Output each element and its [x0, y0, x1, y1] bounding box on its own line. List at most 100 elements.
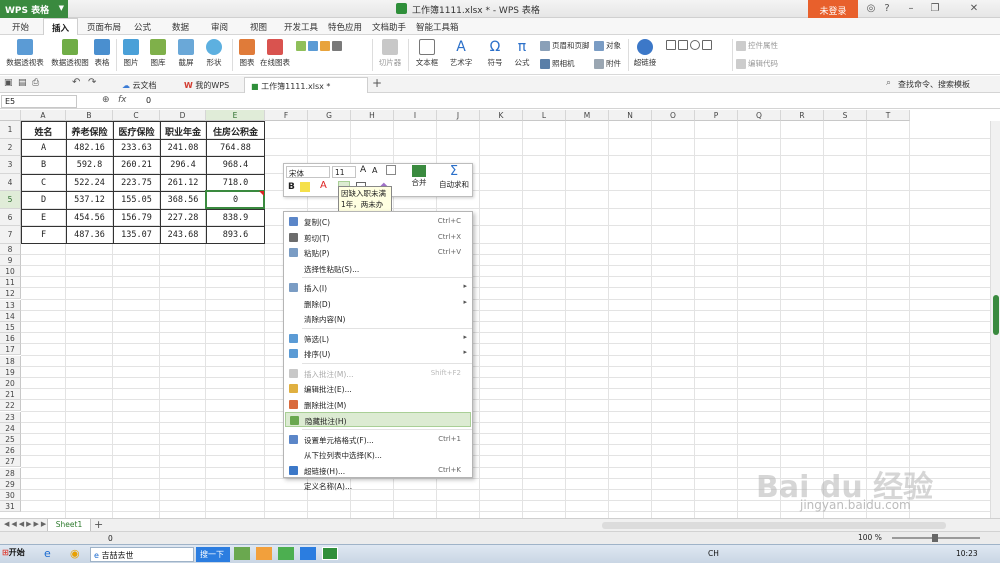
- table-cell[interactable]: 718.0: [206, 178, 265, 188]
- wps-app-menu-button[interactable]: WPS 表格 ▼: [0, 0, 68, 18]
- ime-indicator[interactable]: CH: [708, 549, 719, 564]
- table-header-cell[interactable]: 职业年金: [160, 125, 206, 138]
- menu-item-clear-contents[interactable]: 清除内容(N): [285, 311, 471, 326]
- menu-item-define-name[interactable]: 定义名称(A)...: [285, 478, 471, 493]
- zoom-level[interactable]: 100 %: [858, 533, 882, 542]
- menu-item-copy[interactable]: 复制(C) Ctrl+C: [285, 214, 471, 229]
- menu-item-cut[interactable]: 剪切(T) Ctrl+X: [285, 230, 471, 245]
- zoom-slider-handle[interactable]: [932, 534, 938, 542]
- fx-icon[interactable]: fx: [118, 95, 127, 105]
- table-cell[interactable]: 241.08: [160, 143, 206, 153]
- minimize-icon[interactable]: –: [904, 2, 918, 16]
- table-cell[interactable]: 227.28: [160, 213, 206, 223]
- column-header[interactable]: K: [480, 110, 523, 121]
- object-button[interactable]: 对象: [594, 40, 628, 51]
- table-cell[interactable]: 0: [206, 195, 265, 205]
- shrink-font-icon[interactable]: A: [372, 166, 377, 175]
- chrome-icon[interactable]: ◉: [70, 547, 80, 562]
- row-header[interactable]: 10: [0, 265, 21, 278]
- row-header[interactable]: 3: [0, 156, 21, 174]
- column-header[interactable]: Q: [738, 110, 781, 121]
- slicer-button[interactable]: 切片器: [376, 39, 404, 68]
- app-icon-1[interactable]: [234, 547, 250, 560]
- column-header[interactable]: T: [867, 110, 910, 121]
- row-header[interactable]: 18: [0, 355, 21, 367]
- table-cell[interactable]: 764.88: [206, 143, 265, 153]
- wps-spreadsheet-icon[interactable]: [322, 547, 338, 560]
- scrollbar-thumb[interactable]: [993, 295, 999, 335]
- column-header[interactable]: G: [308, 110, 351, 121]
- menu-item-paste[interactable]: 粘贴(P) Ctrl+V: [285, 245, 471, 260]
- table-cell[interactable]: 368.56: [160, 195, 206, 205]
- row-header[interactable]: 8: [0, 243, 21, 255]
- table-cell[interactable]: D: [21, 195, 66, 205]
- table-cell[interactable]: 592.8: [66, 160, 113, 170]
- edit-code-button[interactable]: 编辑代码: [736, 58, 796, 69]
- table-cell[interactable]: E: [21, 213, 66, 223]
- menu-item-hyperlink[interactable]: 超链接(H)... Ctrl+K: [285, 463, 471, 478]
- column-header[interactable]: S: [824, 110, 867, 121]
- table-header-cell[interactable]: 医疗保险: [113, 125, 160, 138]
- command-search-input[interactable]: 查找命令、搜索模板: [898, 79, 970, 90]
- table-button[interactable]: 表格: [92, 39, 112, 68]
- start-button[interactable]: ⊞开始: [2, 547, 36, 562]
- pivot-chart-button[interactable]: 数据透视图: [50, 39, 90, 68]
- add-sheet-icon[interactable]: +: [94, 518, 103, 531]
- row-header[interactable]: 25: [0, 433, 21, 446]
- row-header[interactable]: 13: [0, 299, 21, 311]
- column-header[interactable]: B: [66, 110, 113, 121]
- row-header[interactable]: 15: [0, 321, 21, 334]
- table-cell[interactable]: 296.4: [160, 160, 206, 170]
- search-button[interactable]: 搜一下: [196, 547, 230, 562]
- table-cell[interactable]: 522.24: [66, 178, 113, 188]
- tab-doc-assistant[interactable]: 文档助手: [372, 21, 406, 33]
- tab-insert[interactable]: 插入: [43, 18, 79, 35]
- row-header[interactable]: 1: [0, 121, 21, 139]
- attachment-button[interactable]: 附件: [594, 58, 628, 69]
- column-header[interactable]: F: [265, 110, 308, 121]
- print-icon[interactable]: ⎙: [32, 78, 39, 88]
- format-painter-icon[interactable]: [386, 165, 396, 175]
- column-header[interactable]: C: [113, 110, 160, 121]
- row-header[interactable]: 19: [0, 366, 21, 378]
- table-cell[interactable]: 155.05: [113, 195, 160, 205]
- autosum-button[interactable]: Σ 自动求和: [436, 165, 472, 190]
- undo-icon[interactable]: ↶: [72, 77, 80, 88]
- menu-item-hide-comment[interactable]: 隐藏批注(H): [285, 412, 471, 427]
- screenshot-button[interactable]: 截屏: [174, 39, 198, 68]
- table-cell[interactable]: B: [21, 160, 66, 170]
- header-footer-button[interactable]: 页眉和页脚: [540, 40, 600, 51]
- table-cell[interactable]: 968.4: [206, 160, 265, 170]
- formula-input[interactable]: 0: [146, 96, 151, 105]
- row-header[interactable]: 20: [0, 377, 21, 390]
- row-header[interactable]: 16: [0, 333, 21, 345]
- column-header[interactable]: N: [609, 110, 652, 121]
- column-header[interactable]: A: [21, 110, 66, 121]
- form-controls-group[interactable]: [666, 40, 730, 50]
- tab-page-layout[interactable]: 页面布局: [87, 21, 121, 33]
- tab-cloud-docs[interactable]: ☁ 云文档: [116, 77, 163, 93]
- table-cell[interactable]: 233.63: [113, 143, 160, 153]
- bold-button[interactable]: B: [288, 182, 295, 192]
- spreadsheet-grid[interactable]: A B C D E F G H I J K L M N O P Q R S T 1 2 3 4 5 6 7 8 9 10 11 12 13 14 1…: [0, 110, 1000, 518]
- symbol-button[interactable]: Ω 符号: [482, 39, 508, 68]
- wps-writer-icon[interactable]: [300, 547, 316, 560]
- row-header[interactable]: 22: [0, 400, 21, 412]
- row-header[interactable]: 7: [0, 226, 21, 244]
- table-cell[interactable]: 487.36: [66, 230, 113, 240]
- table-cell[interactable]: 838.9: [206, 213, 265, 223]
- menu-item-sort[interactable]: 排序(U) ▸: [285, 346, 471, 361]
- font-size-select[interactable]: 11: [332, 166, 356, 178]
- row-header[interactable]: 29: [0, 478, 21, 490]
- row-header[interactable]: 24: [0, 422, 21, 434]
- skin-icon[interactable]: ◎: [864, 2, 878, 16]
- menu-item-pick-from-list[interactable]: 从下拉列表中选择(K)...: [285, 447, 471, 462]
- row-header[interactable]: 27: [0, 456, 21, 468]
- control-properties-button[interactable]: 控件属性: [736, 40, 796, 51]
- row-header[interactable]: 6: [0, 208, 21, 226]
- row-header[interactable]: 21: [0, 389, 21, 401]
- gallery-button[interactable]: 图库: [146, 39, 170, 68]
- chart-button[interactable]: 图表: [236, 39, 258, 68]
- column-header[interactable]: H: [351, 110, 394, 121]
- row-header[interactable]: 4: [0, 173, 21, 191]
